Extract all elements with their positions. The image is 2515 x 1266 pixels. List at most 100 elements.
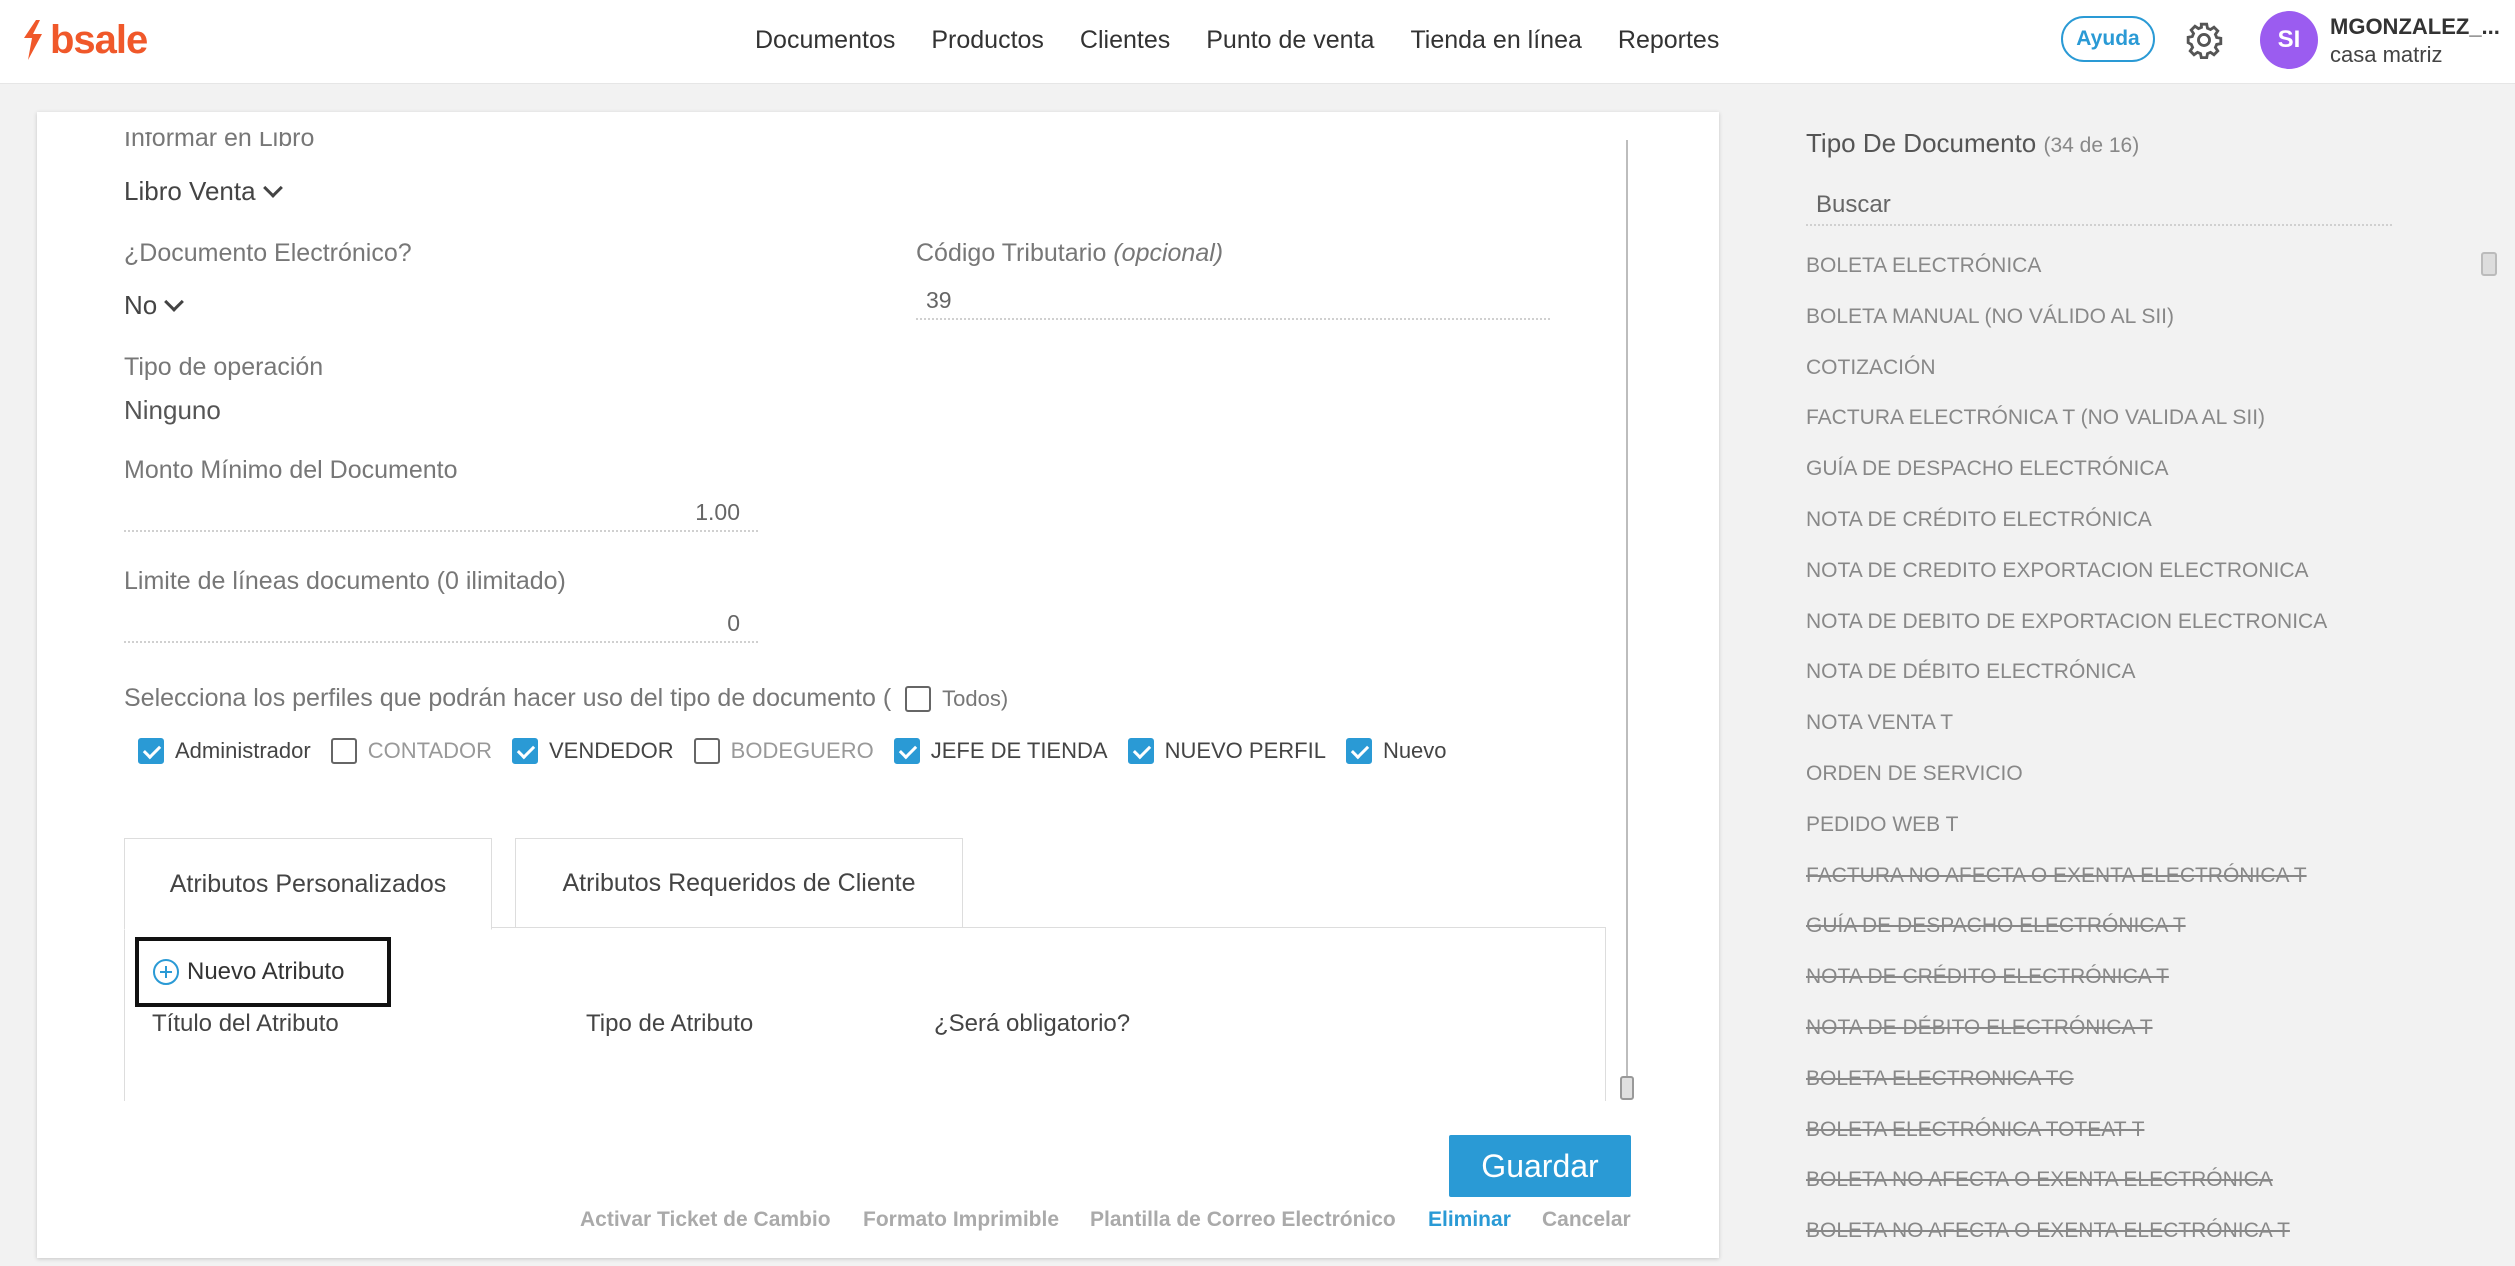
monto-label: Monto Mínimo del Documento (124, 456, 458, 484)
col-header-required: ¿Será obligatorio? (934, 1010, 1131, 1037)
checkbox-box (138, 738, 164, 764)
nav-punto-de-venta[interactable]: Punto de venta (1206, 26, 1374, 55)
form-scrollbar-track[interactable] (1626, 140, 1628, 1090)
profile-checkbox-bodeguero[interactable]: BODEGUERO (693, 738, 874, 764)
profile-label: Nuevo (1382, 738, 1447, 763)
bsale-logo-icon (24, 20, 42, 60)
nav-productos[interactable]: Productos (931, 26, 1044, 55)
gear-icon[interactable] (2185, 21, 2223, 59)
tab-atributos-requeridos-cliente[interactable]: Atributos Requeridos de Cliente (515, 838, 963, 928)
chevron-down-icon (262, 177, 283, 198)
doc-type-item[interactable]: NOTA DE CREDITO EXPORTACION ELECTRONICA (1806, 555, 2327, 606)
doc-type-item[interactable]: GUÍA DE DESPACHO ELECTRÓNICA (1806, 453, 2327, 504)
doc-type-item[interactable]: BOLETA NO AFECTA O EXENTA ELECTRÓNICA (1806, 1164, 2327, 1215)
checkbox-box (1345, 738, 1372, 764)
col-header-title: Título del Atributo (152, 1010, 339, 1037)
profile-label: CONTADOR (367, 738, 492, 763)
codigo-optional-text: (opcional) (1113, 239, 1224, 267)
col-header-type: Tipo de Atributo (586, 1010, 754, 1037)
activate-ticket-link[interactable]: Activar Ticket de Cambio (580, 1208, 831, 1232)
doc-type-panel-title: Tipo De Documento (34 de 16) (1806, 128, 2139, 159)
email-template-link[interactable]: Plantilla de Correo Electrónico (1090, 1208, 1396, 1232)
checkbox-box (693, 738, 720, 764)
print-format-link[interactable]: Formato Imprimible (863, 1208, 1059, 1232)
profile-label: VENDEDOR (548, 738, 674, 763)
doc-type-title-text: Tipo De Documento (1806, 128, 2037, 158)
doc-type-item[interactable]: NOTA DE DÉBITO ELECTRÓNICA T (1806, 1012, 2327, 1063)
todos-checkbox[interactable]: Todos) (905, 685, 1009, 712)
profile-checkbox-jefe-de-tienda[interactable]: JEFE DE TIENDA (893, 738, 1108, 764)
operacion-label: Tipo de operación (124, 353, 324, 381)
save-button[interactable]: Guardar (1449, 1135, 1631, 1197)
doc-type-list: BOLETA ELECTRÓNICA BOLETA MANUAL (NO VÁLI… (1806, 250, 2327, 1266)
plus-circle-icon (153, 959, 179, 985)
checkbox-box (893, 738, 920, 764)
checkbox-box (905, 685, 932, 712)
doc-type-item[interactable]: NOTA VENTA T (1806, 707, 2327, 758)
doc-type-item[interactable]: PEDIDO WEB T (1806, 809, 2327, 860)
top-navigation-bar: bsale Documentos Productos Clientes Punt… (0, 0, 2515, 84)
electronic-value: No (124, 290, 158, 320)
profile-label: BODEGUERO (730, 738, 874, 763)
doc-type-item[interactable]: BOLETA NO AFECTA O EXENTA ELECTRÓNICA T (1806, 1215, 2327, 1266)
profile-label: JEFE DE TIENDA (930, 738, 1108, 763)
doc-type-item[interactable]: FACTURA ELECTRÓNICA T (NO VALIDA AL SII) (1806, 402, 2327, 453)
cancel-link[interactable]: Cancelar (1542, 1208, 1631, 1232)
help-button[interactable]: Ayuda (2061, 16, 2155, 62)
doc-type-item[interactable]: NOTA DE CRÉDITO ELECTRÓNICA T (1806, 961, 2327, 1012)
doc-type-item[interactable]: NOTA DE DÉBITO ELECTRÓNICA (1806, 656, 2327, 707)
nav-clientes[interactable]: Clientes (1080, 26, 1170, 55)
nav-reportes[interactable]: Reportes (1618, 26, 1719, 55)
doc-list-scrollbar-thumb[interactable] (2481, 252, 2497, 276)
doc-type-item[interactable]: BOLETA ELECTRÓNICA (1806, 250, 2327, 301)
profile-checkbox-administrador[interactable]: Administrador (138, 738, 311, 764)
avatar[interactable]: SI (2260, 11, 2318, 69)
chevron-down-icon (164, 291, 185, 312)
doc-type-item[interactable]: ORDEN DE SERVICIO (1806, 758, 2327, 809)
doc-type-item[interactable]: BOLETA ELECTRÓNICA TOTEAT T (1806, 1114, 2327, 1165)
doc-type-item[interactable]: COTIZACIÓN (1806, 352, 2327, 403)
doc-type-item[interactable]: NOTA DE DEBITO DE EXPORTACION ELECTRONIC… (1806, 606, 2327, 657)
profile-checkbox-nuevo-perfil[interactable]: NUEVO PERFIL (1127, 738, 1326, 764)
codigo-label-text: Código Tributario (916, 239, 1107, 267)
todos-label: Todos) (942, 685, 1009, 711)
libro-dropdown[interactable]: Libro Venta (124, 176, 283, 207)
logo-text: bsale (50, 18, 148, 62)
user-name[interactable]: MGONZALEZ_... (2330, 14, 2500, 40)
bsale-logo[interactable]: bsale (20, 18, 148, 62)
profile-label: NUEVO PERFIL (1164, 738, 1326, 763)
form-scrollbar-thumb[interactable] (1620, 1076, 1634, 1100)
new-attribute-label: Nuevo Atributo (187, 958, 345, 985)
user-branch: casa matriz (2330, 42, 2443, 67)
nav-documentos[interactable]: Documentos (755, 26, 895, 55)
main-nav: Documentos Productos Clientes Punto de v… (755, 0, 1719, 80)
monto-minimo-input[interactable]: 1.00 (124, 488, 758, 532)
limite-lineas-input[interactable]: 0 (124, 599, 758, 643)
profile-label: Administrador (175, 738, 311, 763)
limite-label: Limite de líneas documento (0 ilimitado) (124, 567, 566, 595)
libro-value: Libro Venta (124, 176, 256, 206)
tab-atributos-personalizados[interactable]: Atributos Personalizados (124, 838, 492, 930)
operacion-value: Ninguno (124, 395, 221, 425)
codigo-tributario-input[interactable]: 39 (916, 276, 1550, 320)
profiles-checkbox-row: Administrador CONTADOR VENDEDOR BODEGUER… (138, 734, 1467, 768)
doc-type-item[interactable]: BOLETA MANUAL (NO VÁLIDO AL SII) (1806, 301, 2327, 352)
perfiles-label: Selecciona los perfiles que podrán hacer… (124, 684, 1008, 713)
electronic-label: ¿Documento Electrónico? (124, 239, 412, 267)
doc-type-item[interactable]: NOTA DE CRÉDITO ELECTRÓNICA (1806, 504, 2327, 555)
checkbox-box (330, 738, 357, 764)
checkbox-box (1127, 738, 1154, 764)
electronic-dropdown[interactable]: No (124, 290, 185, 321)
doc-type-item[interactable]: FACTURA NO AFECTA O EXENTA ELECTRÓNICA T (1806, 860, 2327, 911)
doc-type-item[interactable]: GUÍA DE DESPACHO ELECTRÓNICA T (1806, 910, 2327, 961)
new-attribute-button[interactable]: Nuevo Atributo (135, 937, 391, 1007)
codigo-label: Código Tributario (opcional) (916, 239, 1223, 268)
doc-type-search-input[interactable]: Buscar (1806, 186, 2392, 226)
doc-type-item[interactable]: BOLETA ELECTRONICA TC (1806, 1063, 2327, 1114)
delete-link[interactable]: Eliminar (1428, 1208, 1511, 1232)
nav-tienda-en-linea[interactable]: Tienda en línea (1410, 26, 1581, 55)
doc-type-count: (34 de 16) (2043, 134, 2140, 157)
profile-checkbox-vendedor[interactable]: VENDEDOR (511, 738, 674, 764)
profile-checkbox-nuevo[interactable]: Nuevo (1345, 738, 1447, 764)
profile-checkbox-contador[interactable]: CONTADOR (330, 738, 492, 764)
